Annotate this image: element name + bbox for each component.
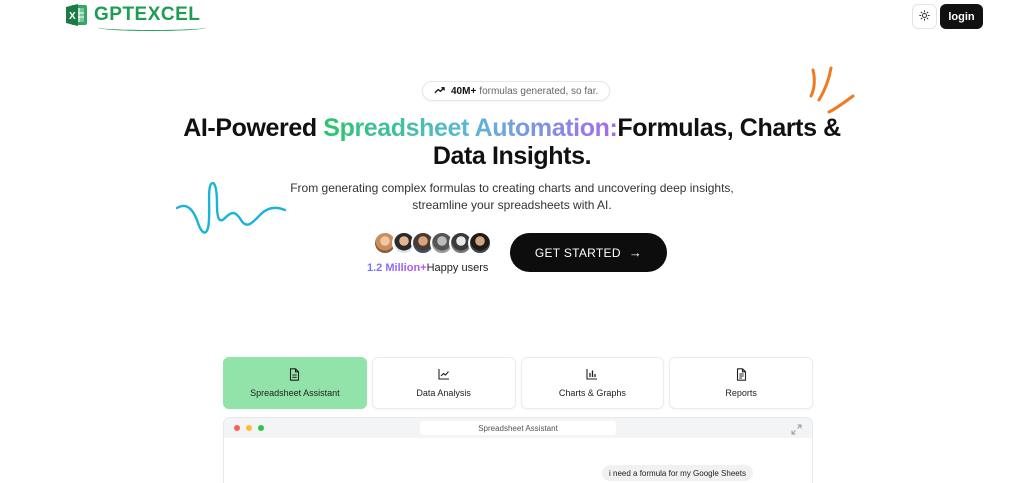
tab-data-analysis[interactable]: Data Analysis: [371, 357, 516, 409]
minimize-dot-icon: [246, 425, 252, 431]
brand-name: GPTEXCEL: [94, 4, 207, 31]
tab-label: Reports: [725, 388, 757, 398]
document-icon: [289, 368, 300, 381]
feature-tabs: Spreadsheet Assistant Data Analysis Char…: [223, 357, 813, 409]
svg-text:X: X: [69, 11, 76, 22]
tab-label: Spreadsheet Assistant: [250, 388, 340, 398]
tab-spreadsheet-assistant[interactable]: Spreadsheet Assistant: [223, 357, 367, 409]
bar-chart-icon: [586, 368, 598, 381]
tab-label: Charts & Graphs: [558, 388, 626, 398]
login-button[interactable]: login: [940, 4, 983, 29]
user-avatars: [373, 231, 492, 255]
users-count: 1.2 Million+: [367, 262, 427, 274]
theme-toggle-button[interactable]: [912, 4, 937, 29]
decorative-squiggle-left: [175, 180, 290, 250]
hero-title-part1: AI-Powered: [183, 114, 324, 142]
excel-logo-icon: X: [66, 2, 88, 28]
hero-subtitle: From generating complex formulas to crea…: [290, 181, 734, 212]
window-title: Spreadsheet Assistant: [420, 421, 616, 435]
tab-reports[interactable]: Reports: [669, 357, 813, 409]
chat-message: i need a formula for my Google Sheets: [602, 465, 753, 481]
get-started-label: GET STARTED: [534, 245, 621, 260]
tab-label: Data Analysis: [416, 388, 471, 398]
close-dot-icon: [234, 425, 240, 431]
sun-icon: [919, 8, 930, 26]
maximize-dot-icon: [258, 425, 264, 431]
tab-charts-graphs[interactable]: Charts & Graphs: [520, 357, 665, 409]
report-icon: [736, 368, 747, 381]
arrow-right-icon: →: [628, 245, 643, 260]
stats-pill: 40M+ formulas generated, so far.: [422, 81, 611, 101]
line-chart-icon: [438, 368, 450, 381]
get-started-button[interactable]: GET STARTED →: [510, 233, 667, 272]
stats-value: 40M+: [451, 85, 477, 97]
hero-title: AI-Powered Spreadsheet Automation:Formul…: [180, 114, 844, 170]
trending-up-icon: [434, 86, 445, 97]
users-label: Happy users: [426, 262, 489, 274]
avatar: [468, 231, 492, 255]
expand-icon[interactable]: [791, 422, 802, 440]
assistant-preview-window: Spreadsheet Assistant i need a formula f…: [223, 417, 813, 483]
window-titlebar: Spreadsheet Assistant: [224, 418, 812, 438]
hero-title-highlight: Spreadsheet Automation:: [323, 114, 618, 142]
brand-logo[interactable]: X GPTEXCEL: [66, 2, 207, 31]
stats-text: formulas generated, so far.: [479, 85, 599, 97]
happy-users: 1.2 Million+Happy users: [367, 262, 488, 274]
